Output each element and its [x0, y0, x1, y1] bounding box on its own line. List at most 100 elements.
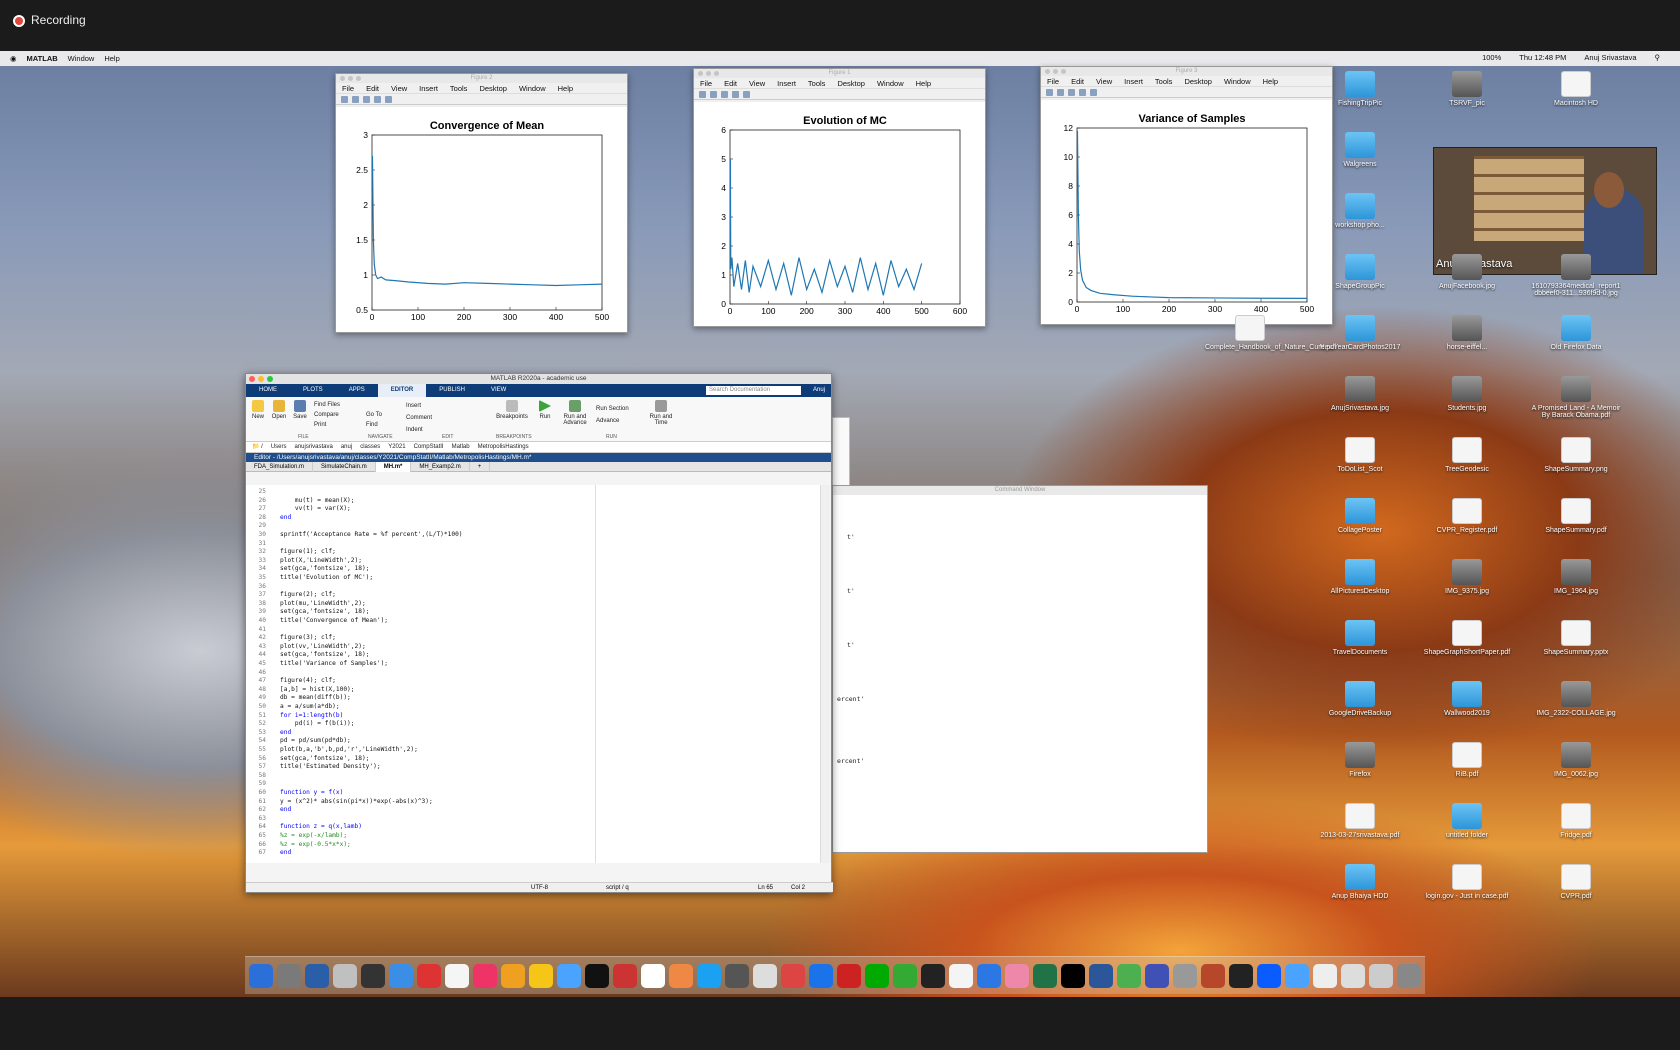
dock-app-icon[interactable] [529, 963, 553, 988]
doc-icon[interactable]: CVPR_Register.pdf [1422, 498, 1512, 534]
folder-icon[interactable]: AllPicturesDesktop [1315, 559, 1405, 595]
path-segment[interactable]: Matlab [452, 442, 470, 452]
code-line[interactable]: sprintf('Acceptance Rate = %f percent',(… [280, 531, 463, 538]
dock-app-icon[interactable] [1145, 963, 1169, 988]
dock-app-icon[interactable] [781, 963, 805, 988]
advance-button[interactable]: Advance [596, 415, 629, 427]
folder-icon[interactable]: untitled folder [1422, 803, 1512, 839]
cursor-icon[interactable] [743, 90, 750, 98]
dock-app-icon[interactable] [249, 963, 273, 988]
run-advance-button[interactable]: Run and Advance [560, 400, 590, 426]
dock-app-icon[interactable] [305, 963, 329, 988]
dock-app-icon[interactable] [333, 963, 357, 988]
menu-file[interactable]: File [700, 79, 712, 88]
dock-app-icon[interactable] [1089, 963, 1113, 988]
code-line[interactable]: plot(vv,'LineWidth',2); [280, 643, 366, 650]
dock-app-icon[interactable] [893, 963, 917, 988]
new-button[interactable]: New [250, 400, 266, 420]
doc-icon[interactable]: ShapeSummary.pdf [1531, 498, 1621, 534]
save-icon[interactable] [363, 95, 370, 103]
battery-label[interactable]: 100% [1482, 53, 1501, 62]
menu-window[interactable]: Window [1224, 77, 1251, 86]
img-icon[interactable]: IMG_2322-COLLAGE.jpg [1531, 681, 1621, 717]
dock-app-icon[interactable] [809, 963, 833, 988]
cursor-icon[interactable] [1090, 88, 1097, 96]
path-segment[interactable]: Users [271, 442, 287, 452]
dock-app-icon[interactable] [473, 963, 497, 988]
dock-app-icon[interactable] [557, 963, 581, 988]
folder-icon[interactable]: Old Firefox Data [1531, 315, 1621, 351]
save-icon[interactable] [721, 90, 728, 98]
doc-icon[interactable]: 2013-03-27srivastava.pdf [1315, 803, 1405, 839]
user-account[interactable]: Anuj [807, 384, 831, 397]
dock-app-icon[interactable] [837, 963, 861, 988]
figure-window-1[interactable]: Figure 1 File Edit View Insert Tools Des… [693, 68, 986, 327]
code-line[interactable]: db = mean(diff(b)); [280, 694, 351, 701]
path-segment[interactable]: anuj [341, 442, 352, 452]
dock-app-icon[interactable] [949, 963, 973, 988]
find-button[interactable]: Find [366, 420, 382, 430]
code-line[interactable]: title('Estimated Density'); [280, 763, 381, 770]
img-icon[interactable]: Students.jpg [1422, 376, 1512, 412]
menu-tools[interactable]: Tools [808, 79, 826, 88]
compare-button[interactable]: Compare [314, 410, 340, 420]
code-line[interactable]: %z = exp(-0.5*x*x); [280, 841, 351, 848]
code-line[interactable]: title('Variance of Samples'); [280, 660, 388, 667]
dock-app-icon[interactable] [1397, 963, 1421, 988]
menu-edit[interactable]: Edit [724, 79, 737, 88]
code-line[interactable]: vv(t) = var(X); [280, 505, 351, 512]
goto-button[interactable]: Go To [366, 410, 382, 420]
file-tab[interactable]: FDA_Simulation.m [246, 461, 314, 472]
tab-editor[interactable]: EDITOR [377, 384, 427, 397]
code-line[interactable]: figure(3); clf; [280, 634, 336, 641]
file-tab-active[interactable]: MH.m* [375, 461, 412, 472]
add-tab-icon[interactable]: + [470, 461, 491, 472]
file-tab[interactable]: SimulateChain.m [313, 461, 376, 472]
menu-desktop[interactable]: Desktop [1184, 77, 1212, 86]
menu-help[interactable]: Help [1263, 77, 1278, 86]
doc-icon[interactable]: ToDoList_Scot [1315, 437, 1405, 473]
code-line[interactable]: function z = q(x,lamb) [280, 823, 362, 830]
menu-insert[interactable]: Insert [1124, 77, 1143, 86]
print-button[interactable]: Print [314, 420, 340, 430]
menu-window[interactable]: Window [519, 84, 546, 93]
path-segment[interactable]: CompStatII [414, 442, 444, 452]
tab-apps[interactable]: APPS [336, 384, 378, 397]
indent-button[interactable]: Indent [406, 424, 432, 436]
dock-app-icon[interactable] [1285, 963, 1309, 988]
menu-view[interactable]: View [391, 84, 407, 93]
file-tab[interactable]: MH_Examp2.m [411, 461, 470, 472]
dock-app-icon[interactable] [389, 963, 413, 988]
save-button[interactable]: Save [292, 400, 308, 420]
dock-app-icon[interactable] [1341, 963, 1365, 988]
matlab-window[interactable]: MATLAB R2020a - academic use HOME PLOTS … [245, 373, 833, 893]
folder-icon[interactable]: GoogleDriveBackup [1315, 681, 1405, 717]
code-line[interactable]: set(gca,'fontsize', 18); [280, 755, 369, 762]
menu-tools[interactable]: Tools [450, 84, 468, 93]
folder-icon[interactable]: workshop pho... [1315, 193, 1405, 229]
dock-app-icon[interactable] [697, 963, 721, 988]
menubar-help[interactable]: Help [104, 54, 119, 63]
doc-icon[interactable]: ShapeSummary.pptx [1531, 620, 1621, 656]
figure-window-2[interactable]: Figure 2 File Edit View Insert Tools Des… [335, 73, 628, 333]
figure-window-3[interactable]: Figure 3 File Edit View Insert Tools Des… [1040, 66, 1333, 325]
code-line[interactable]: end [280, 806, 291, 813]
folder-icon[interactable]: CollagePoster [1315, 498, 1405, 534]
dock-app-icon[interactable] [865, 963, 889, 988]
dock-app-icon[interactable] [417, 963, 441, 988]
run-section-button[interactable]: Run Section [596, 403, 629, 415]
cursor-icon[interactable] [385, 95, 392, 103]
dock-app-icon[interactable] [1117, 963, 1141, 988]
img-icon[interactable]: TSRVF_pic [1422, 71, 1512, 107]
dock-app-icon[interactable] [1033, 963, 1057, 988]
menu-view[interactable]: View [749, 79, 765, 88]
tab-view[interactable]: VIEW [478, 384, 519, 397]
dock-app-icon[interactable] [921, 963, 945, 988]
dock-app-icon[interactable] [641, 963, 665, 988]
user-menu[interactable]: Anuj Srivastava [1584, 53, 1636, 62]
tab-home[interactable]: HOME [246, 384, 290, 397]
dock-app-icon[interactable] [445, 963, 469, 988]
path-segment[interactable]: classes [360, 442, 380, 452]
doc-icon[interactable]: Complete_Handbook_of_Nature_Cure.pdf [1205, 315, 1336, 351]
menu-window[interactable]: Window [877, 79, 904, 88]
